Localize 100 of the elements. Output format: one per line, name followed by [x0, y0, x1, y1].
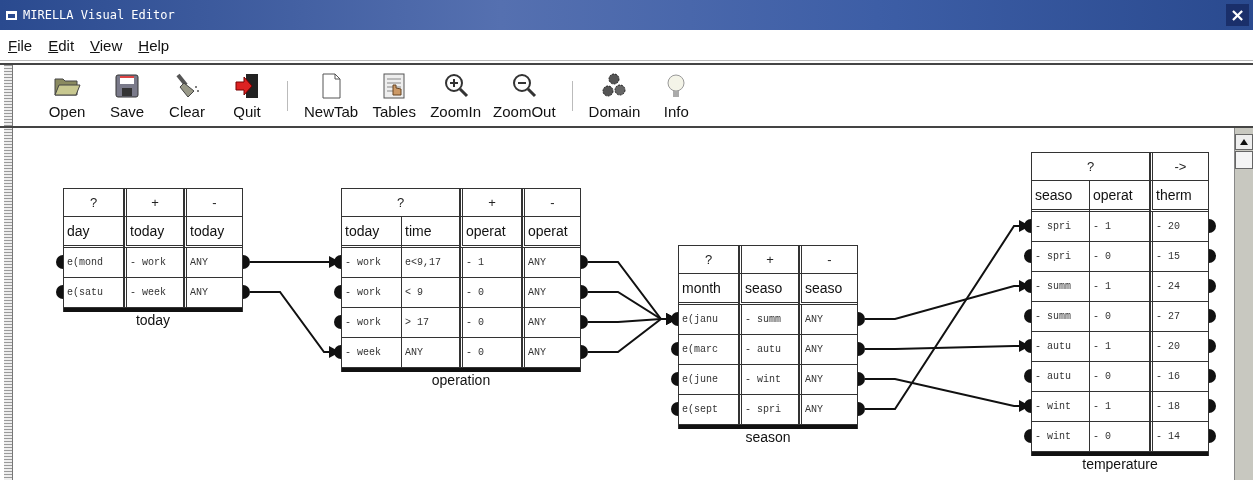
table-cell: - 1	[1090, 392, 1150, 422]
table-cell: - spri	[1032, 212, 1090, 242]
scroll-up-button[interactable]	[1235, 134, 1253, 150]
toolbar-button[interactable]: NewTab	[298, 67, 365, 124]
table-cell: - 1	[1090, 212, 1150, 242]
group-header: -	[799, 246, 857, 274]
group-header: -	[184, 189, 242, 217]
table-cell: - work	[124, 248, 184, 278]
table-cell: - 1	[1090, 332, 1150, 362]
port-icon[interactable]	[1024, 339, 1031, 353]
table-caption: operation	[431, 372, 491, 388]
port-icon[interactable]	[243, 285, 250, 299]
table-cell: - 0	[1090, 302, 1150, 332]
port-icon[interactable]	[1024, 429, 1031, 443]
port-icon[interactable]	[581, 315, 588, 329]
toolbar-button[interactable]: Tables	[364, 67, 425, 124]
port-icon[interactable]	[671, 342, 678, 356]
group-header: -	[522, 189, 580, 217]
port-icon[interactable]	[858, 312, 865, 326]
toolbar-button[interactable]: Info	[646, 67, 707, 124]
table-cell: e(mond	[64, 248, 124, 278]
table-cell: - spri	[1032, 242, 1090, 272]
port-icon[interactable]	[1024, 309, 1031, 323]
table-cell: - 0	[460, 308, 522, 338]
table-cell: - wint	[1032, 392, 1090, 422]
port-icon[interactable]	[1024, 249, 1031, 263]
menu-item[interactable]: File	[8, 36, 33, 54]
toolbar-button[interactable]: Clear	[157, 67, 217, 124]
group-header: +	[460, 189, 522, 217]
menu-item[interactable]: Edit	[48, 36, 75, 54]
group-header: ?	[679, 246, 739, 274]
port-icon[interactable]	[334, 255, 341, 269]
port-icon[interactable]	[334, 345, 341, 359]
toolbar-button[interactable]: Domain	[582, 67, 647, 124]
port-icon[interactable]	[671, 402, 678, 416]
table-node[interactable]: ? + - today time operat operat - work e<9,17 - 1 ANY - work < 9 - 0 ANY - work > 17 - 0 ANY - week ANY - 0 ANY	[341, 188, 581, 372]
port-icon[interactable]	[56, 285, 63, 299]
table-cell: > 17	[402, 308, 460, 338]
menu-item[interactable]: Help	[138, 36, 170, 54]
table-caption: temperature	[1082, 456, 1158, 472]
port-icon[interactable]	[1209, 429, 1216, 443]
table-node[interactable]: ? + - day today today e(mond - work ANY e(satu - week ANY	[63, 188, 243, 312]
scrollbar[interactable]	[1234, 128, 1253, 480]
table-cell: - 0	[1090, 362, 1150, 392]
port-icon[interactable]	[1024, 219, 1031, 233]
port-icon[interactable]	[671, 312, 678, 326]
table-cell: - work	[342, 248, 402, 278]
column-header: seaso	[739, 274, 799, 305]
column-header: month	[679, 274, 739, 305]
menu-item[interactable]: View	[90, 36, 123, 54]
column-header: seaso	[799, 274, 857, 305]
port-icon[interactable]	[243, 255, 250, 269]
port-icon[interactable]	[334, 285, 341, 299]
port-icon[interactable]	[581, 345, 588, 359]
table-node[interactable]: ? + - month seaso seaso e(janu - summ ANY e(marc - autu ANY e(june - wint ANY e(sept - spri ANY	[678, 245, 858, 429]
port-icon[interactable]	[858, 372, 865, 386]
table-cell: e(june	[679, 365, 739, 395]
table-node[interactable]: ? -> seaso operat therm - spri - 1 - 20 - spri - 0 - 15 - summ - 1 - 24 - summ - 0 - 27 - autu - 1 - 20 - autu - 0 - 16 - wint - 1 - 18 - wint - 0 - 14	[1031, 152, 1209, 456]
group-header: ?	[64, 189, 124, 217]
port-icon[interactable]	[1024, 399, 1031, 413]
toolbar-button[interactable]: ZoomOut	[487, 67, 562, 124]
column-header: therm	[1150, 181, 1208, 212]
port-icon[interactable]	[1209, 219, 1216, 233]
toolbar-button[interactable]: Quit	[217, 67, 277, 124]
table-caption: season	[745, 429, 791, 445]
table-cell: - autu	[739, 335, 799, 365]
port-icon[interactable]	[334, 315, 341, 329]
table-cell: - wint	[739, 365, 799, 395]
port-icon[interactable]	[1209, 249, 1216, 263]
port-icon[interactable]	[56, 255, 63, 269]
port-icon[interactable]	[1209, 279, 1216, 293]
column-header: time	[402, 217, 460, 248]
port-icon[interactable]	[671, 372, 678, 386]
window-icon[interactable]	[6, 10, 17, 20]
toolbar-button[interactable]: Save	[97, 67, 157, 124]
table-cell: - summ	[1032, 272, 1090, 302]
window-title: MIRELLA Visual Editor	[23, 8, 175, 22]
port-icon[interactable]	[581, 255, 588, 269]
port-icon[interactable]	[858, 402, 865, 416]
column-header: operat	[460, 217, 522, 248]
close-button[interactable]: ×	[1225, 4, 1249, 26]
port-icon[interactable]	[1209, 309, 1216, 323]
column-header: seaso	[1032, 181, 1090, 212]
port-icon[interactable]	[1209, 399, 1216, 413]
toolbar-button[interactable]: Open	[37, 67, 97, 124]
table-cell: - 1	[460, 248, 522, 278]
port-icon[interactable]	[858, 342, 865, 356]
table-cell: e(marc	[679, 335, 739, 365]
port-icon[interactable]	[1209, 369, 1216, 383]
port-icon[interactable]	[1024, 279, 1031, 293]
scrollbar-thumb[interactable]	[1235, 151, 1253, 169]
port-icon[interactable]	[1024, 369, 1031, 383]
table-cell: - autu	[1032, 332, 1090, 362]
group-header: ?	[342, 189, 460, 217]
table-cell: - 0	[460, 278, 522, 308]
port-icon[interactable]	[581, 285, 588, 299]
table-cell: - 1	[1090, 272, 1150, 302]
toolbar-button[interactable]: ZoomIn	[424, 67, 488, 124]
table-caption: today	[135, 312, 171, 328]
port-icon[interactable]	[1209, 339, 1216, 353]
